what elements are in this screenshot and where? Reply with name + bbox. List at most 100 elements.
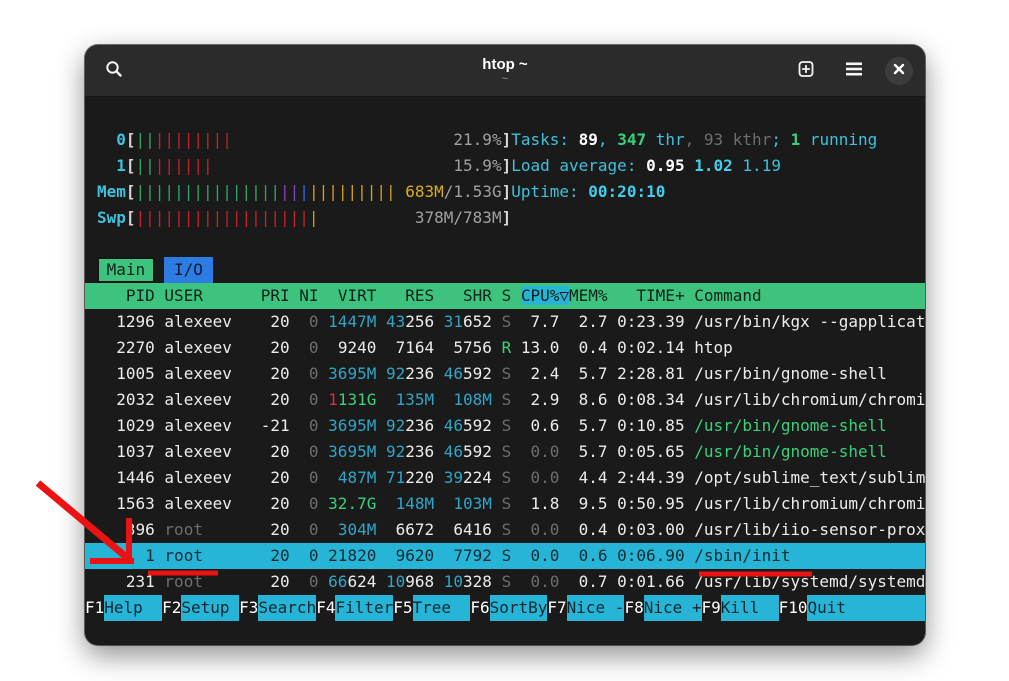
header-pri[interactable]: PRI — [251, 283, 290, 309]
process-row[interactable]: 1037alexeev2003695M9223646592S0.05.70:05… — [85, 439, 925, 465]
cell-cmd: /usr/bin/kgx --gapplicat — [685, 309, 925, 335]
header-cpu[interactable]: CPU% — [511, 283, 559, 309]
cell-mem: 5.7 — [559, 413, 607, 439]
process-row[interactable]: 1029alexeev-2103695M9223646592S0.65.70:1… — [85, 413, 925, 439]
cell-cmd: /opt/sublime_text/sublim — [685, 465, 925, 491]
new-tab-button[interactable] — [789, 54, 823, 88]
header-time[interactable]: TIME+ — [608, 283, 685, 309]
text-segment: S — [502, 546, 512, 565]
header-pid[interactable]: PID — [97, 283, 155, 309]
text-segment: S — [502, 286, 512, 305]
process-row[interactable]: 1446alexeev200487M7122039224S0.04.42:44.… — [85, 465, 925, 491]
text-segment: root — [164, 520, 203, 539]
cell-time: 0:03.00 — [608, 517, 685, 543]
cell-shr: 5756 — [434, 335, 492, 361]
cell-pid: 396 — [97, 517, 155, 543]
text-segment: 3695M — [328, 364, 376, 383]
cell-virt: 3695M — [319, 413, 377, 439]
fkey-f7[interactable]: F7Nice - — [547, 595, 624, 621]
process-row[interactable]: 1296alexeev2001447M4325631652S7.72.70:23… — [85, 309, 925, 335]
cell-user: alexeev — [155, 387, 251, 413]
tab-main[interactable]: Main — [97, 257, 155, 283]
cell-shr: 7792 — [434, 543, 492, 569]
text-segment: PID — [126, 286, 155, 305]
fkey-key: F4 — [316, 595, 335, 621]
process-row-selected[interactable]: 1root2002182096207792S0.00.60:06.90/sbin… — [85, 543, 925, 569]
text-segment: 10 — [444, 572, 463, 591]
text-segment: 0 — [309, 572, 319, 591]
text-segment: 43 — [386, 312, 405, 331]
cell-virt: 1131G — [319, 387, 377, 413]
text-segment: 0.4 — [579, 338, 608, 357]
header-mem[interactable]: ▽MEM% — [559, 283, 607, 309]
text-segment: /1.53G — [444, 182, 502, 201]
cell-mem: 0.7 — [559, 569, 607, 595]
fkey-f9[interactable]: F9Kill — [702, 595, 779, 621]
fkey-key: F1 — [85, 595, 104, 621]
text-segment: RES — [405, 286, 434, 305]
header-cmd[interactable]: Command — [685, 283, 925, 309]
cell-user: alexeev — [155, 309, 251, 335]
cell-pid: 2032 — [97, 387, 155, 413]
fkey-f8[interactable]: F8Nice + — [624, 595, 701, 621]
fkey-f1[interactable]: F1Help — [85, 595, 162, 621]
cell-s: S — [492, 569, 511, 595]
tab-io[interactable]: I/O — [164, 257, 212, 283]
text-segment: S — [502, 572, 512, 591]
text-segment: 236 — [405, 416, 434, 435]
meter-bracket: ] — [502, 205, 512, 231]
text-segment: 236 — [405, 364, 434, 383]
process-row[interactable]: 2032alexeev2001131G135M108MS2.98.60:08.3… — [85, 387, 925, 413]
header-ni[interactable]: NI — [290, 283, 319, 309]
header-user[interactable]: USER — [155, 283, 251, 309]
text-segment: NI — [299, 286, 318, 305]
fkey-f10[interactable]: F10Quit — [779, 595, 925, 621]
fkey-label: Nice + — [644, 595, 702, 621]
fkey-f3[interactable]: F3Search — [239, 595, 316, 621]
menu-button[interactable] — [837, 54, 871, 88]
terminal-content: 0[||||||||||21.9%]Tasks: 89, 347 thr, 93… — [85, 97, 925, 645]
process-row[interactable]: 1005alexeev2003695M9223646592S2.45.72:28… — [85, 361, 925, 387]
process-row[interactable]: 1563alexeev20032.7G148M103MS1.89.50:50.9… — [85, 491, 925, 517]
fkey-f5[interactable]: F5Tree — [393, 595, 470, 621]
text-segment: 592 — [463, 416, 492, 435]
cell-shr: 6416 — [434, 517, 492, 543]
fkey-f6[interactable]: F6SortBy — [470, 595, 547, 621]
cell-pid: 1563 — [97, 491, 155, 517]
fkey-f2[interactable]: F2Setup — [162, 595, 239, 621]
meter-row-0: 0[||||||||||21.9%]Tasks: 89, 347 thr, 93… — [97, 127, 925, 153]
header-virt[interactable]: VIRT — [319, 283, 377, 309]
text-segment: 1 — [791, 130, 801, 149]
meter-bracket: ] — [502, 153, 512, 179]
meter-label: 0 — [97, 127, 126, 153]
fkey-label: Filter — [335, 595, 393, 621]
cell-s: S — [492, 491, 511, 517]
fkey-f4[interactable]: F4Filter — [316, 595, 393, 621]
text-segment: 592 — [463, 364, 492, 383]
search-button[interactable] — [97, 54, 131, 88]
text-segment: SHR — [463, 286, 492, 305]
text-segment: 4.4 — [579, 468, 608, 487]
meter-gauge: ||||||||15.9% — [136, 153, 502, 179]
text-segment: 20 — [270, 520, 289, 539]
process-row[interactable]: 396root200304M66726416S0.00.40:03.00/usr… — [85, 517, 925, 543]
close-icon — [893, 63, 905, 78]
text-segment: Tasks: — [511, 130, 578, 149]
cell-pri: 20 — [251, 361, 290, 387]
text-segment: , — [685, 130, 704, 149]
cell-pid: 1005 — [97, 361, 155, 387]
header-s[interactable]: S — [492, 283, 511, 309]
cell-s: S — [492, 465, 511, 491]
fkey-label: Tree — [413, 595, 471, 621]
header-res[interactable]: RES — [376, 283, 434, 309]
cell-virt: 3695M — [319, 439, 377, 465]
close-button[interactable] — [885, 57, 913, 85]
cell-user: alexeev — [155, 335, 251, 361]
process-row[interactable]: 2270alexeev200924071645756R13.00.40:02.1… — [85, 335, 925, 361]
text-segment: 13.0 — [521, 338, 560, 357]
text-segment: /usr/bin/gnome-shell — [694, 442, 887, 461]
text-segment: 9240 — [338, 338, 377, 357]
cell-user: root — [155, 517, 251, 543]
process-row[interactable]: 231root200666241096810328S0.00.70:01.66/… — [85, 569, 925, 595]
header-shr[interactable]: SHR — [434, 283, 492, 309]
